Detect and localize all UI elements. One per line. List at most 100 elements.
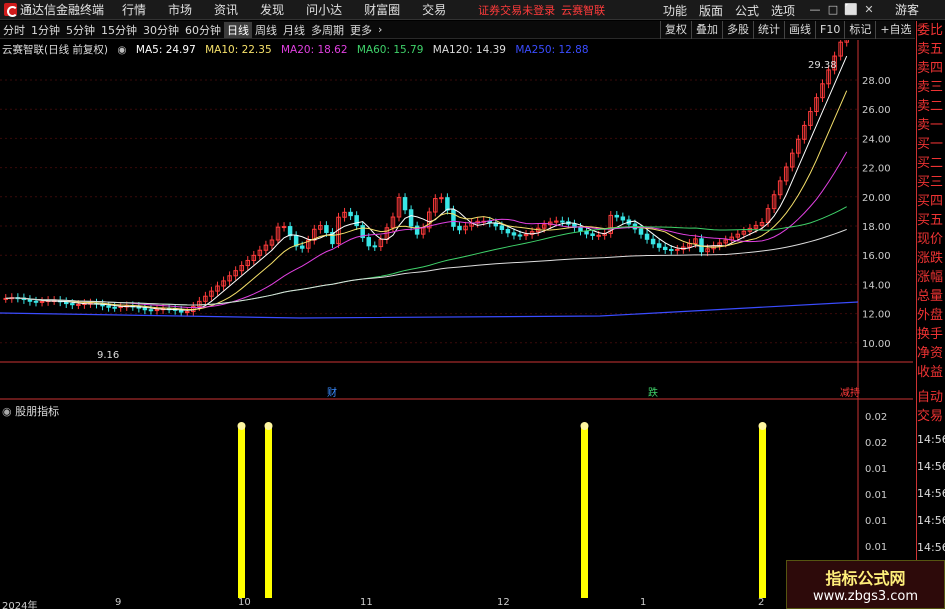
restore-icon[interactable]: □ <box>826 3 840 17</box>
login-notice[interactable]: 证券交易未登录 <box>478 2 555 18</box>
candle-body <box>596 234 601 237</box>
candle-body <box>644 233 650 240</box>
time-axis-label: 11 <box>360 597 373 608</box>
tool-stats[interactable]: 统计 <box>753 21 784 39</box>
candle-body <box>372 245 378 248</box>
side-label: 换手 <box>917 327 944 342</box>
price-tick: 16.00 <box>862 251 891 262</box>
tool-f10[interactable]: F10 <box>815 21 844 39</box>
menu-item-news[interactable]: 资讯 <box>214 1 238 18</box>
candle-body <box>281 226 287 229</box>
candle-body <box>505 228 511 234</box>
side-label: 涨幅 <box>917 270 944 285</box>
chevron-right-icon[interactable]: › <box>375 23 385 36</box>
side-label: 买二 <box>917 156 944 171</box>
price-tick: 20.00 <box>862 193 891 204</box>
candle-body <box>33 300 39 303</box>
candle-body <box>354 215 359 227</box>
candle-body <box>27 299 33 302</box>
indicator-tick: 0.02 <box>865 438 887 449</box>
indicator-settings-icon[interactable]: ◉ <box>2 405 12 418</box>
quote-side-panel: 委比 卖五 卖四 卖三 卖二 卖一 买一 买二 买三 买四 买五 现价 涨跌 涨幅 总量 外盘 换手 净资 收益 自动… <box>916 21 945 609</box>
menu-item-wealth[interactable]: 财富圈 <box>364 1 400 18</box>
side-bottom-label: 14:56 <box>917 514 945 527</box>
period-monthly[interactable]: 月线 <box>280 22 308 38</box>
period-1min[interactable]: 1分钟 <box>28 22 63 38</box>
side-label: 卖四 <box>917 61 944 76</box>
candle-body <box>511 232 517 236</box>
candle-body <box>517 234 523 237</box>
watermark: 指标公式网 www.zbgs3.com <box>786 560 945 609</box>
period-multi[interactable]: 多周期 <box>308 22 347 38</box>
price-tick: 26.00 <box>862 105 891 116</box>
period-tick[interactable]: 分时 <box>0 22 28 38</box>
side-label: 总量 <box>917 289 944 304</box>
minimize-icon[interactable]: — <box>808 3 822 17</box>
watermark-url: www.zbgs3.com <box>812 589 919 604</box>
time-axis-label: 1 <box>640 597 647 608</box>
indicator-tick: 0.01 <box>865 490 887 501</box>
ma60-line <box>5 206 847 306</box>
close-icon[interactable]: ✕ <box>862 3 876 17</box>
indicator-tick: 0.01 <box>865 464 887 475</box>
menu-item-layout[interactable]: 版面 <box>699 2 723 19</box>
candle-body <box>366 237 371 247</box>
tool-draw[interactable]: 画线 <box>784 21 815 39</box>
candle-body <box>402 197 408 211</box>
indicator-tick: 0.01 <box>865 542 887 553</box>
tool-adjust[interactable]: 复权 <box>660 21 691 39</box>
app-title: 通达信金融终端 <box>20 3 105 17</box>
signal-dot <box>237 422 246 430</box>
period-daily[interactable]: 日线 <box>224 21 252 38</box>
menu-item-function[interactable]: 功能 <box>663 2 687 19</box>
menu-item-options[interactable]: 选项 <box>771 2 795 19</box>
candle-body <box>178 309 184 313</box>
menu-item-formula[interactable]: 公式 <box>735 2 759 19</box>
event-marker: 财 <box>327 386 337 399</box>
candle-body <box>445 197 450 211</box>
candle-body <box>620 216 626 221</box>
candle-body <box>451 209 456 227</box>
maximize-icon[interactable]: ⬜ <box>844 3 858 17</box>
menu-item-market[interactable]: 市场 <box>168 1 192 18</box>
period-30min[interactable]: 30分钟 <box>140 22 182 38</box>
tool-watchlist[interactable]: +自选 <box>875 21 915 39</box>
candle-body <box>614 214 620 218</box>
time-axis-label: 10 <box>238 597 251 608</box>
period-15min[interactable]: 15分钟 <box>98 22 140 38</box>
period-weekly[interactable]: 周线 <box>252 22 280 38</box>
period-5min[interactable]: 5分钟 <box>63 22 98 38</box>
guest-label[interactable]: 游客 <box>895 0 919 20</box>
candle-body <box>348 211 353 217</box>
tool-overlay[interactable]: 叠加 <box>691 21 722 39</box>
period-60min[interactable]: 60分钟 <box>182 22 224 38</box>
menu-item-quotes[interactable]: 行情 <box>122 1 146 18</box>
candle-body <box>675 248 680 251</box>
ma250-line <box>0 301 859 319</box>
period-more[interactable]: 更多 <box>347 22 375 38</box>
signal-dot <box>580 422 589 430</box>
price-tick: 12.00 <box>862 310 891 321</box>
side-bottom-label: 自动 <box>917 390 944 405</box>
stock-brand: 云赛智联 <box>561 3 606 17</box>
price-tick: 18.00 <box>862 222 891 233</box>
tool-multi[interactable]: 多股 <box>722 21 753 39</box>
time-axis-label: 12 <box>497 597 510 608</box>
candle-body <box>154 309 160 312</box>
signal-dot <box>758 422 767 430</box>
ma5-line <box>5 55 848 311</box>
signal-bar <box>581 426 588 598</box>
candle-body <box>106 305 111 308</box>
tool-mark[interactable]: 标记 <box>844 21 875 39</box>
side-bottom-label: 14:56 <box>917 541 945 554</box>
kline-chart[interactable]: 28.00 26.00 24.00 22.00 20.00 18.00 16.00 14.00… <box>0 40 913 600</box>
side-label: 收益 <box>917 365 944 380</box>
price-tick: 14.00 <box>862 280 891 291</box>
candle-body <box>142 307 148 311</box>
menu-item-trade[interactable]: 交易 <box>422 1 446 18</box>
side-bottom-label: 交易 <box>917 409 944 424</box>
menu-item-discover[interactable]: 发现 <box>260 1 284 18</box>
side-bottom-label: 14:56 <box>917 487 945 500</box>
ma120-line <box>5 228 847 306</box>
menu-item-ask[interactable]: 问小达 <box>306 1 342 18</box>
